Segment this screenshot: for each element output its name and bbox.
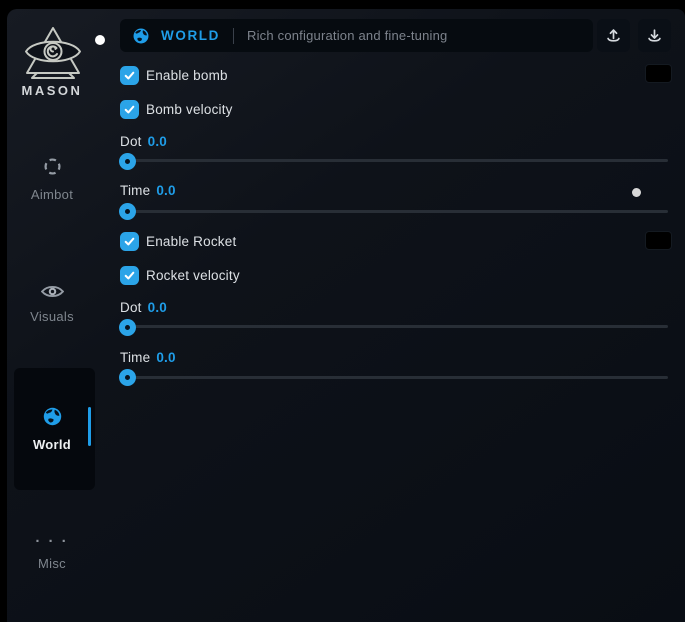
checkbox-label: Bomb velocity — [146, 100, 233, 119]
slider-name: Dot — [120, 300, 142, 315]
slider-thumb[interactable] — [119, 153, 136, 170]
section-title: WORLD — [161, 28, 220, 43]
bomb-color-swatch[interactable] — [645, 64, 672, 83]
slider-label: Time 0.0 — [120, 350, 176, 365]
slider-label: Time 0.0 — [120, 183, 176, 198]
section-header: WORLD Rich configuration and fine-tuning — [120, 19, 593, 52]
slider-name: Dot — [120, 134, 142, 149]
slider-name: Time — [120, 183, 150, 198]
sidebar-item-world[interactable]: World — [7, 406, 97, 452]
bomb-velocity-checkbox[interactable] — [120, 100, 139, 119]
rocket-dot-slider[interactable] — [120, 325, 668, 328]
slider-thumb[interactable] — [119, 369, 136, 386]
checkbox-label: Enable Rocket — [146, 232, 236, 251]
rocket-time-slider[interactable] — [120, 376, 668, 379]
slider-label: Dot 0.0 — [120, 300, 167, 315]
header-divider — [233, 28, 234, 44]
globe-icon — [132, 27, 150, 45]
cursor-dot — [632, 188, 641, 197]
ellipsis-icon: · · · — [35, 533, 68, 550]
sidebar-item-visuals[interactable]: Visuals — [7, 284, 97, 324]
rocket-velocity-checkbox[interactable] — [120, 266, 139, 285]
slider-name: Time — [120, 350, 150, 365]
check-icon — [123, 269, 136, 282]
upload-config-button[interactable] — [597, 19, 630, 52]
slider-thumb[interactable] — [119, 319, 136, 336]
sidebar-item-misc[interactable]: · · · Misc — [7, 533, 97, 571]
enable-rocket-checkbox[interactable] — [120, 232, 139, 251]
download-config-button[interactable] — [638, 19, 671, 52]
globe-icon — [42, 406, 63, 427]
bomb-time-slider[interactable] — [120, 210, 668, 213]
check-icon — [123, 103, 136, 116]
eye-icon — [41, 284, 64, 299]
checkbox-label: Rocket velocity — [146, 266, 240, 285]
slider-value: 0.0 — [156, 350, 175, 365]
check-icon — [123, 69, 136, 82]
cursor-dot — [95, 35, 105, 45]
mason-menu-window: MASON Aimbot Visuals World · · · Misc — [7, 9, 685, 622]
crosshair-icon — [42, 156, 63, 177]
enable-bomb-checkbox[interactable] — [120, 66, 139, 85]
bomb-dot-slider[interactable] — [120, 159, 668, 162]
slider-value: 0.0 — [148, 300, 167, 315]
check-icon — [123, 235, 136, 248]
slider-value: 0.0 — [148, 134, 167, 149]
sidebar-item-label: Aimbot — [7, 187, 97, 202]
slider-thumb[interactable] — [119, 203, 136, 220]
download-icon — [645, 26, 664, 45]
sidebar-item-label: Visuals — [7, 309, 97, 324]
slider-label: Dot 0.0 — [120, 134, 167, 149]
section-subtitle: Rich configuration and fine-tuning — [247, 28, 447, 43]
sidebar-item-label: World — [7, 437, 97, 452]
slider-value: 0.0 — [156, 183, 175, 198]
sidebar-item-aimbot[interactable]: Aimbot — [7, 156, 97, 202]
sidebar-item-label: Misc — [7, 556, 97, 571]
rocket-color-swatch[interactable] — [645, 231, 672, 250]
mason-logo-icon — [23, 25, 83, 81]
upload-icon — [604, 26, 623, 45]
checkbox-label: Enable bomb — [146, 66, 228, 85]
brand-name: MASON — [7, 83, 97, 98]
